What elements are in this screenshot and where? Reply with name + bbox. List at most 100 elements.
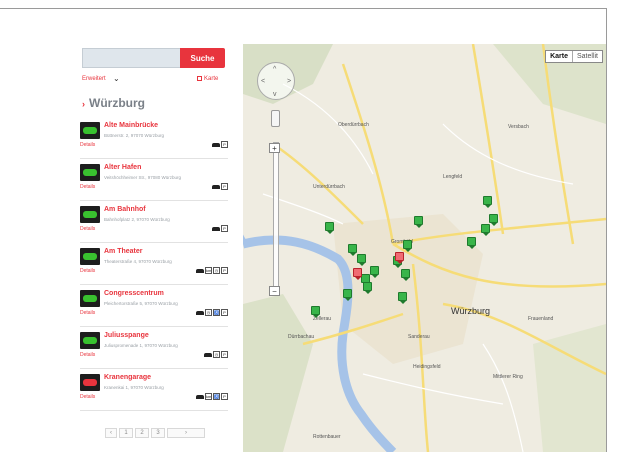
show-map-link[interactable]: Karte <box>197 76 218 82</box>
status-light-icon <box>80 164 100 181</box>
amenity-icons: km ◷ P <box>196 267 228 274</box>
list-item[interactable]: Kranengarage Kranenkai 1, 97070 Würzburg D… <box>80 374 230 416</box>
details-link[interactable]: Details <box>80 268 95 274</box>
status-light-icon <box>80 248 100 265</box>
parking-marker[interactable] <box>489 214 498 226</box>
list-item[interactable]: Juliusspange Juliuspromenade 1, 97070 Wür… <box>80 332 230 374</box>
parking-name[interactable]: Kranengarage <box>104 374 151 381</box>
sign-icon: P <box>221 183 228 190</box>
parking-name[interactable]: Alte Mainbrücke <box>104 122 158 129</box>
pegman-icon[interactable] <box>271 110 280 127</box>
parking-marker[interactable] <box>414 216 423 228</box>
sign-icon: P <box>221 225 228 232</box>
parking-name[interactable]: Am Bahnhof <box>104 206 146 213</box>
search-button[interactable]: Suche <box>180 48 225 68</box>
details-link[interactable]: Details <box>80 352 95 358</box>
pager-button[interactable]: ‹ <box>105 428 117 438</box>
pan-right-icon[interactable]: > <box>287 78 291 85</box>
pan-control[interactable]: ^ v < > <box>257 62 295 100</box>
list-item[interactable]: Am Theater Theaterstraße 4, 97070 Würzbur… <box>80 248 230 290</box>
car-icon <box>196 393 204 400</box>
map-label: Lengfeld <box>443 174 463 180</box>
pan-down-icon[interactable]: v <box>273 91 277 98</box>
map[interactable]: Karte Satellit ^ v < > + − Oberdürrbach … <box>243 44 606 452</box>
details-link[interactable]: Details <box>80 310 95 316</box>
zoom-out-button[interactable]: − <box>269 286 280 296</box>
status-light-icon <box>80 206 100 223</box>
list-item[interactable]: Congresscentrum Pleichertorstraße 5, 9707… <box>80 290 230 332</box>
car-icon <box>212 225 220 232</box>
map-icon <box>197 76 202 81</box>
amenity-icons: P <box>212 183 228 190</box>
clock-icon: ◷ <box>213 267 220 274</box>
parking-marker[interactable] <box>403 240 412 252</box>
parking-name[interactable]: Am Theater <box>104 248 143 255</box>
parking-name[interactable]: Congresscentrum <box>104 290 164 297</box>
details-link[interactable]: Details <box>80 226 95 232</box>
parking-marker-full[interactable] <box>353 268 362 280</box>
person-icon: ♿ <box>213 393 220 400</box>
person-icon: ♿ <box>213 309 220 316</box>
advanced-filter-link[interactable]: Erweitert <box>82 76 106 82</box>
frame-right-border <box>606 8 607 452</box>
pan-left-icon[interactable]: < <box>261 78 265 85</box>
search-input[interactable] <box>82 48 180 68</box>
chevron-down-icon[interactable]: ⌄ <box>113 75 120 83</box>
km-icon: km <box>205 393 212 400</box>
sign-icon: P <box>221 141 228 148</box>
parking-marker-full[interactable] <box>395 252 404 264</box>
zoom-slider[interactable] <box>273 142 279 294</box>
car-icon <box>196 309 204 316</box>
map-type-karte-button[interactable]: Karte <box>546 51 572 62</box>
parking-marker[interactable] <box>398 292 407 304</box>
details-link[interactable]: Details <box>80 394 95 400</box>
parking-name[interactable]: Juliusspange <box>104 332 149 339</box>
map-city-label: Würzburg <box>451 306 491 316</box>
parking-marker[interactable] <box>467 237 476 249</box>
parking-marker[interactable] <box>311 306 320 318</box>
car-icon <box>204 351 212 358</box>
details-link[interactable]: Details <box>80 184 95 190</box>
list-item[interactable]: Am Bahnhof Bahnhofplatz 2, 97070 Würzburg… <box>80 206 230 248</box>
parking-marker[interactable] <box>401 269 410 281</box>
parking-marker[interactable] <box>343 289 352 301</box>
parking-marker[interactable] <box>481 224 490 236</box>
amenity-icons: ◷ P <box>204 351 228 358</box>
parking-name[interactable]: Alter Hafen <box>104 164 141 171</box>
city-name: Würzburg <box>89 96 145 110</box>
zoom-in-button[interactable]: + <box>269 143 280 153</box>
map-label: Frauenland <box>528 316 554 322</box>
amenity-icons: P <box>212 141 228 148</box>
details-link[interactable]: Details <box>80 142 95 148</box>
pan-up-icon[interactable]: ^ <box>273 66 276 73</box>
status-light-icon <box>80 332 100 349</box>
pager-button[interactable]: 3 <box>151 428 165 438</box>
sign-icon: P <box>221 267 228 274</box>
list-item[interactable]: Alter Hafen Veitshöchheimer Str., 97080 W… <box>80 164 230 206</box>
car-icon <box>196 267 204 274</box>
amenity-icons: ◷ ♿ P <box>196 309 228 316</box>
parking-marker[interactable] <box>325 222 334 234</box>
car-icon <box>212 183 220 190</box>
map-label: Dürrbachau <box>288 334 315 340</box>
pager-button[interactable]: 1 <box>119 428 133 438</box>
map-canvas <box>243 44 606 452</box>
amenity-icons: km ♿ P <box>196 393 228 400</box>
parking-marker[interactable] <box>357 254 366 266</box>
map-label: Heidingsfeld <box>413 364 441 370</box>
map-type-satellite-button[interactable]: Satellit <box>571 51 602 62</box>
arrow-right-icon: › <box>82 99 85 109</box>
parking-address: Büttnerstr. 2, 97070 Würzburg <box>104 133 165 138</box>
list-item[interactable]: Alte Mainbrücke Büttnerstr. 2, 97070 Würz… <box>80 122 230 164</box>
parking-marker[interactable] <box>348 244 357 256</box>
map-label: Versbach <box>508 124 529 130</box>
parking-marker[interactable] <box>483 196 492 208</box>
sign-icon: P <box>221 393 228 400</box>
pager-button[interactable]: 2 <box>135 428 149 438</box>
sign-icon: P <box>221 351 228 358</box>
map-label: Unterdürrbach <box>313 184 345 190</box>
km-icon: km <box>205 267 212 274</box>
parking-marker[interactable] <box>363 282 372 294</box>
pager-button[interactable]: › <box>167 428 205 438</box>
parking-marker[interactable] <box>370 266 379 278</box>
